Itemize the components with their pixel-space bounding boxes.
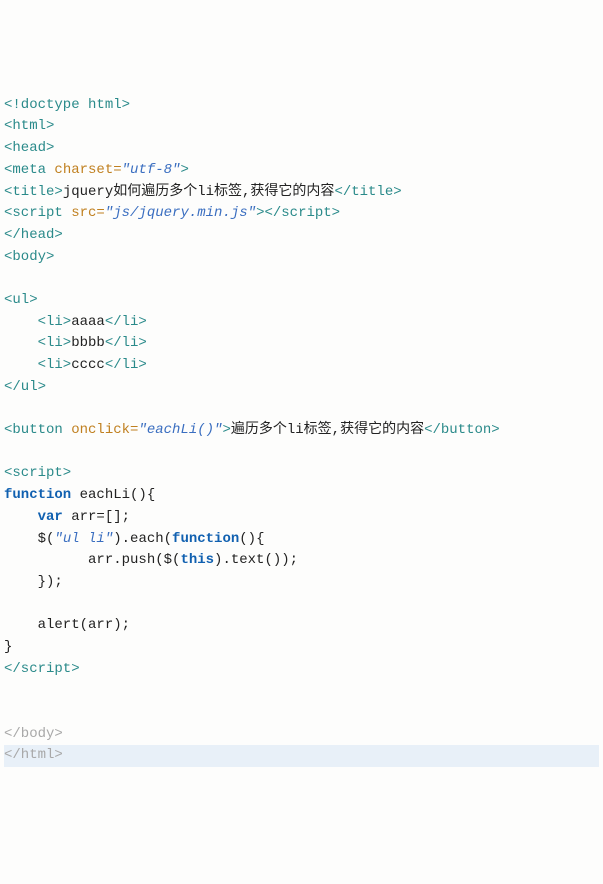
code-line: </body> [4,726,63,742]
li-text-2: bbbb [71,335,105,351]
kw-function: function [4,487,71,503]
tag-html-open: <html> [4,118,54,134]
code-line: <button onclick="eachLi()">遍历多个li标签,获得它的… [4,422,500,438]
tag-script-open: <script [4,205,71,221]
attr-onclick: onclick= [71,422,138,438]
blank-line [4,596,12,612]
tag-button-open: <button [4,422,71,438]
li-text-1: aaaa [71,314,105,330]
tag-head-close: </head> [4,227,63,243]
button-text: 遍历多个li标签,获得它的内容 [231,422,424,438]
str-selector: "ul li" [54,531,113,547]
tag-script2-open: <script> [4,465,71,481]
tag-li-open: <li> [4,357,71,373]
each-call: ).each( [113,531,172,547]
blank-line [4,400,12,416]
tag-button-close: </button> [424,422,500,438]
indent [4,509,38,525]
blank-line [4,444,12,460]
push-pre: arr.push($( [4,552,180,568]
var-decl: arr=[]; [63,509,130,525]
blank-line [4,704,12,720]
title-text: jquery如何遍历多个li标签,获得它的内容 [63,184,335,200]
code-line: <script> [4,465,71,481]
attr-src: src= [71,205,105,221]
code-line: var arr=[]; [4,509,130,525]
code-line: <li>cccc</li> [4,357,147,373]
tag-li-open: <li> [4,335,71,351]
code-line: } [4,639,12,655]
code-line: </ul> [4,379,46,395]
jq-call-pre: $( [4,531,54,547]
blank-line [4,270,12,286]
highlighted-line: </html> [4,745,599,767]
code-line: function eachLi(){ [4,487,155,503]
tag-title-close: </title> [334,184,401,200]
tag-script-close: </script> [264,205,340,221]
tag-ul-open: <ul> [4,292,38,308]
each-end: (){ [239,531,264,547]
code-line: $("ul li").each(function(){ [4,531,264,547]
tag-body-close: </body> [4,726,63,742]
tag-ul-close: </ul> [4,379,46,395]
push-end: ).text()); [214,552,298,568]
code-line: <body> [4,249,54,265]
li-text-3: cccc [71,357,105,373]
code-line: <li>bbbb</li> [4,335,147,351]
code-line: arr.push($(this).text()); [4,552,298,568]
tag-li-close: </li> [105,357,147,373]
tag-title-open: <title> [4,184,63,200]
tag-li-open: <li> [4,314,71,330]
alert-call: alert(arr); [4,617,130,633]
code-line: <html> [4,118,54,134]
tag-html-close: </html> [4,747,63,763]
code-line: alert(arr); [4,617,130,633]
tag-script2-close: </script> [4,661,80,677]
attr-charset: charset= [54,162,121,178]
tag-head-open: <head> [4,140,54,156]
code-line: <ul> [4,292,38,308]
tag-button-mid: > [222,422,230,438]
code-line: <meta charset="utf-8"> [4,162,189,178]
each-close: }); [4,574,63,590]
code-line: </head> [4,227,63,243]
code-line: <title>jquery如何遍历多个li标签,获得它的内容</title> [4,184,402,200]
code-line: <li>aaaa</li> [4,314,147,330]
tag-li-close: </li> [105,335,147,351]
code-line: <script src="js/jquery.min.js"></script> [4,205,340,221]
str-utf8: "utf-8" [122,162,181,178]
code-line: <!doctype html> [4,97,130,113]
str-jquery-path: "js/jquery.min.js" [105,205,256,221]
kw-this: this [180,552,214,568]
tag-doctype: <!doctype html> [4,97,130,113]
kw-var: var [38,509,63,525]
code-line: }); [4,574,63,590]
str-onclick-val: "eachLi()" [138,422,222,438]
tag-meta-close: > [180,162,188,178]
tag-meta-open: <meta [4,162,54,178]
blank-line [4,682,12,698]
code-line: </script> [4,661,80,677]
tag-body-open: <body> [4,249,54,265]
code-line: <head> [4,140,54,156]
kw-function-inner: function [172,531,239,547]
tag-li-close: </li> [105,314,147,330]
func-decl: eachLi(){ [71,487,155,503]
func-close: } [4,639,12,655]
code-snippet: <!doctype html> <html> <head> <meta char… [4,95,599,767]
